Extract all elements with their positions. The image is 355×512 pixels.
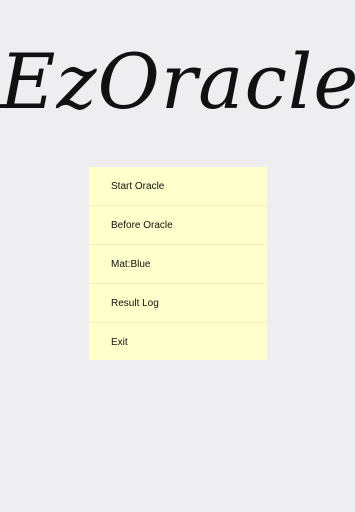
- exit-button[interactable]: Exit: [89, 323, 267, 361]
- before-oracle-button[interactable]: Before Oracle: [89, 206, 267, 245]
- mat-blue-button[interactable]: Mat:Blue: [89, 245, 267, 284]
- main-menu: Start Oracle Before Oracle Mat:Blue Resu…: [89, 167, 267, 360]
- result-log-button[interactable]: Result Log: [89, 284, 267, 323]
- app-logo: EzOracle: [0, 37, 355, 126]
- start-oracle-button[interactable]: Start Oracle: [89, 167, 267, 206]
